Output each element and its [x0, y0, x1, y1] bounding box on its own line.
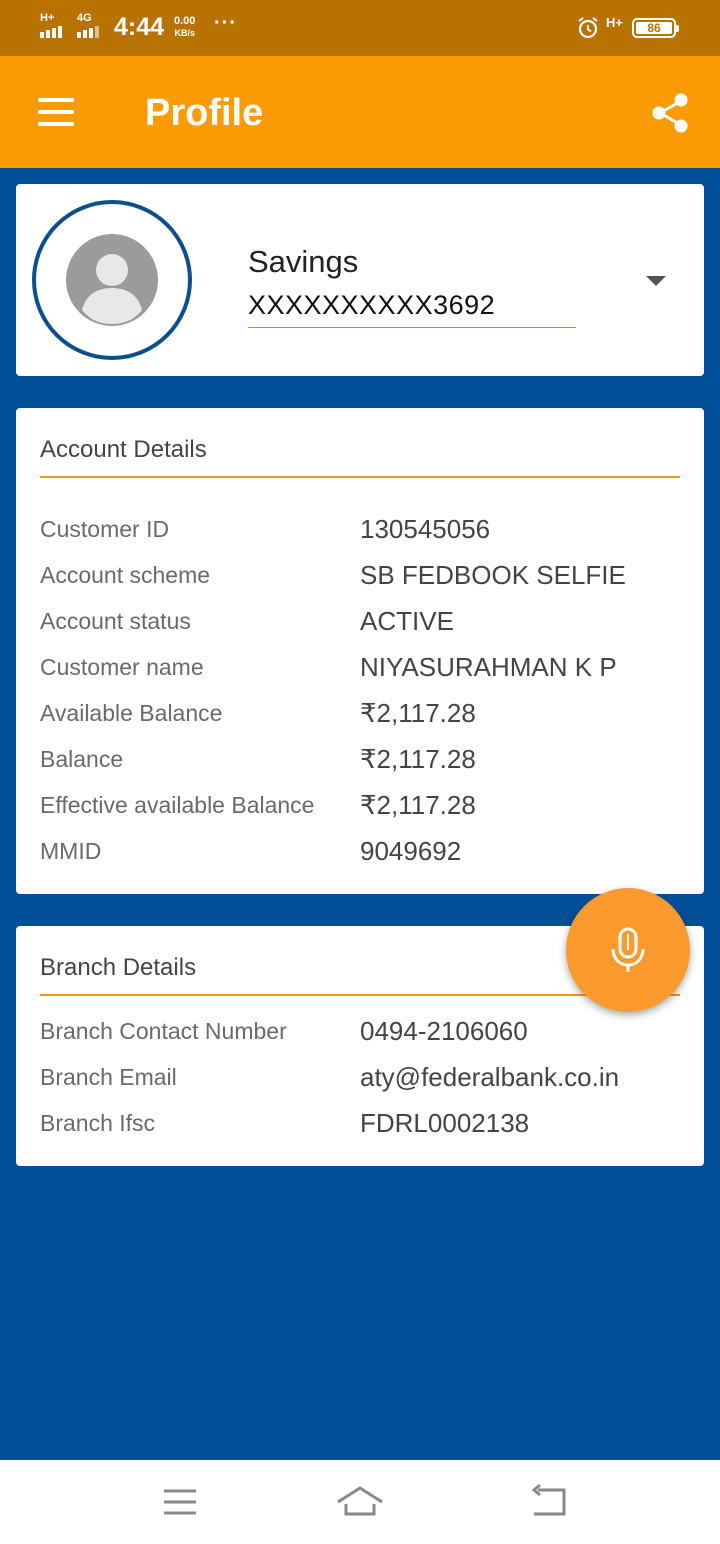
row-label: Account scheme: [40, 562, 211, 588]
network-type-1: H+: [40, 12, 55, 24]
row-label: Customer ID: [40, 516, 170, 542]
detail-row-effective-balance: Effective available Balance ₹2,117.28: [40, 790, 680, 838]
row-value: ₹2,117.28: [360, 744, 476, 774]
row-label: Effective available Balance: [40, 792, 315, 818]
hamburger-menu-icon[interactable]: [38, 98, 74, 126]
row-value: FDRL0002138: [360, 1108, 530, 1138]
page-title: Profile: [145, 92, 264, 134]
detail-row-branch-email: Branch Email aty@federalbank.co.in: [40, 1062, 680, 1110]
alarm-icon: [578, 17, 598, 39]
detail-row-branch-ifsc: Branch Ifsc FDRL0002138: [40, 1108, 680, 1156]
avatar[interactable]: [32, 200, 192, 360]
row-value: 9049692: [360, 836, 462, 866]
detail-row-balance: Balance ₹2,117.28: [40, 744, 680, 792]
detail-row-customer-name: Customer name NIYASURAHMAN K P: [40, 652, 680, 700]
row-label: MMID: [40, 838, 102, 864]
voice-assistant-button[interactable]: [566, 888, 690, 1012]
row-value: ₹2,117.28: [360, 790, 476, 820]
row-value: aty@federalbank.co.in: [360, 1062, 620, 1092]
row-label: Account status: [40, 608, 191, 634]
row-value: SB FEDBOOK SELFIE: [360, 560, 626, 590]
speed-value: 0.00: [174, 15, 196, 27]
clock: 4:44: [114, 13, 165, 41]
account-selector-card: Savings XXXXXXXXXX3692: [16, 184, 704, 376]
recent-apps-icon[interactable]: [160, 1482, 200, 1522]
account-details-card: Account Details Customer ID 130545056 Ac…: [16, 408, 704, 894]
signal-icon-1: [40, 26, 62, 38]
section-divider: [40, 476, 680, 478]
more-notifications-icon: ···: [214, 12, 237, 34]
network-speed: 0.00 KB/s: [174, 15, 195, 39]
battery-level: 86: [636, 22, 672, 35]
row-value: NIYASURAHMAN K P: [360, 652, 617, 682]
network-type-3: H+: [606, 15, 623, 30]
account-type-label: Savings: [248, 244, 359, 279]
branch-details-title: Branch Details: [40, 954, 197, 981]
row-label: Branch Contact Number: [40, 1018, 287, 1044]
detail-row-customer-id: Customer ID 130545056: [40, 514, 680, 562]
row-value: 130545056: [360, 514, 491, 544]
row-value: 0494-2106060: [360, 1016, 528, 1046]
row-label: Customer name: [40, 654, 204, 680]
system-navigation-bar: [0, 1460, 720, 1544]
detail-row-account-scheme: Account scheme SB FEDBOOK SELFIE: [40, 560, 680, 608]
row-label: Branch Ifsc: [40, 1110, 156, 1136]
user-avatar-icon: [66, 234, 158, 326]
home-icon[interactable]: [336, 1482, 384, 1522]
signal-icon-2: [77, 26, 99, 38]
detail-row-available-balance: Available Balance ₹2,117.28: [40, 698, 680, 746]
battery-icon: 86: [632, 18, 679, 38]
back-icon[interactable]: [528, 1482, 568, 1522]
app-bar: Profile: [0, 56, 720, 168]
row-label: Branch Email: [40, 1064, 177, 1090]
detail-row-account-status: Account status ACTIVE: [40, 606, 680, 654]
dropdown-arrow-icon[interactable]: [646, 276, 666, 286]
share-icon[interactable]: [650, 92, 692, 134]
row-label: Available Balance: [40, 700, 223, 726]
detail-row-branch-contact: Branch Contact Number 0494-2106060: [40, 1016, 680, 1064]
row-value: ACTIVE: [360, 606, 454, 636]
speed-unit: KB/s: [174, 28, 195, 38]
network-type-2: 4G: [77, 12, 92, 24]
microphone-icon: [611, 927, 645, 972]
row-value: ₹2,117.28: [360, 698, 476, 728]
account-details-title: Account Details: [40, 436, 207, 463]
account-number-select[interactable]: XXXXXXXXXX3692: [248, 290, 576, 328]
status-bar: H+ 4G 4:44 0.00 KB/s ··· H+ 86: [0, 0, 720, 56]
detail-row-mmid: MMID 9049692: [40, 836, 680, 884]
row-label: Balance: [40, 746, 124, 772]
